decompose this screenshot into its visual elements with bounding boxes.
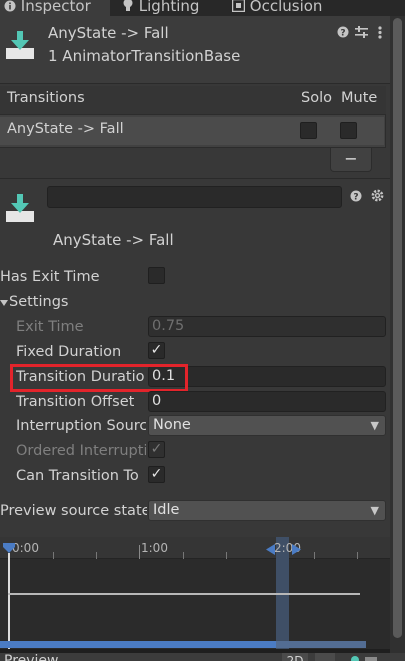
- exit-time-label: Exit Time: [16, 319, 84, 335]
- ordered-interruption-label: Ordered Interrupti: [16, 443, 146, 459]
- avatar-preview-button[interactable]: [345, 653, 385, 661]
- pivot-button[interactable]: [315, 653, 335, 661]
- preview-source-state-label: Preview source state: [0, 503, 147, 519]
- mute-header: Mute: [341, 90, 377, 106]
- fixed-duration-checkbox[interactable]: ✓: [148, 342, 165, 359]
- transition-end-marker[interactable]: [292, 543, 301, 559]
- tab-occlusion-label: Occlusion: [249, 0, 323, 15]
- remove-transition-button[interactable]: −: [330, 148, 372, 172]
- preview-header: Preview 2D: [0, 653, 405, 661]
- tick-mark: [139, 545, 140, 559]
- preview-source-state-dropdown[interactable]: Idle ▼: [148, 500, 386, 521]
- gear-icon[interactable]: [371, 189, 384, 206]
- 2d-mode-button[interactable]: 2D: [282, 653, 308, 661]
- solo-header: Solo: [301, 90, 332, 106]
- timeline-tick-label: 0:00: [12, 541, 39, 555]
- tick-mark: [226, 552, 227, 559]
- tick-mark: [183, 552, 184, 559]
- transition-name-field[interactable]: [47, 186, 342, 208]
- highlight-box: [10, 364, 188, 392]
- can-transition-to-self-label: Can Transition To: [16, 468, 139, 484]
- transition-row-name: AnyState -> Fall: [7, 121, 124, 137]
- chevron-down-icon: ▼: [370, 504, 379, 517]
- exit-time-field: 0.75: [148, 316, 386, 337]
- settings-foldout-label[interactable]: Settings: [9, 291, 68, 313]
- solo-checkbox[interactable]: [300, 122, 317, 139]
- transitions-header-label: Transitions: [7, 90, 85, 106]
- preview-label: Preview: [4, 653, 59, 661]
- has-exit-time-checkbox[interactable]: [148, 267, 165, 284]
- menu-icon[interactable]: [378, 26, 382, 43]
- transition-caption: AnyState -> Fall: [53, 231, 174, 249]
- chevron-down-icon: ▼: [370, 419, 379, 432]
- transition-icon: [6, 30, 34, 64]
- transition-offset-label: Transition Offset: [16, 394, 135, 410]
- help-icon[interactable]: ?: [350, 190, 362, 206]
- tick-mark: [357, 552, 358, 559]
- tab-lighting-label: Lighting: [138, 0, 200, 15]
- tab-inspector[interactable]: Inspector: [0, 0, 110, 16]
- interruption-source-value: None: [153, 417, 191, 433]
- tick-mark: [96, 552, 97, 559]
- preview-source-state-value: Idle: [153, 502, 180, 518]
- interruption-source-dropdown[interactable]: None ▼: [148, 415, 386, 436]
- timeline-ruler: [0, 537, 390, 559]
- destination-state-bar-tail: [276, 641, 366, 648]
- divider: [0, 178, 405, 179]
- tab-occlusion[interactable]: Occlusion: [231, 0, 342, 17]
- tab-lighting[interactable]: Lighting: [122, 0, 222, 16]
- destination-state-bar: [0, 641, 276, 648]
- presets-icon[interactable]: [355, 26, 368, 42]
- tick-mark: [53, 552, 54, 559]
- info-icon: [4, 0, 16, 17]
- minus-icon: −: [344, 149, 358, 168]
- timeline-tick-label: 1:00: [141, 541, 168, 555]
- page-subtitle: 1 AnimatorTransitionBase: [48, 47, 241, 65]
- foldout-arrow-icon[interactable]: [0, 295, 8, 311]
- ordered-interruption-checkbox: ✓: [148, 441, 165, 458]
- page-title: AnyState -> Fall: [48, 24, 169, 42]
- transition-detail-icon: [6, 193, 34, 227]
- source-state-bar: [8, 593, 360, 595]
- can-transition-to-self-checkbox[interactable]: ✓: [148, 466, 165, 483]
- interruption-source-label: Interruption Sourc: [16, 418, 146, 434]
- tab-inspector-label: Inspector: [20, 0, 91, 15]
- has-exit-time-label: Has Exit Time: [0, 269, 100, 285]
- scrollbar-thumb[interactable]: [393, 18, 402, 638]
- mute-checkbox[interactable]: [340, 122, 357, 139]
- help-icon[interactable]: ?: [337, 26, 349, 42]
- playhead-line: [8, 553, 10, 649]
- transition-start-marker[interactable]: [266, 543, 275, 559]
- svg-text:?: ?: [340, 29, 345, 39]
- occlusion-icon: [231, 0, 246, 17]
- bulb-icon: [122, 0, 134, 17]
- svg-text:?: ?: [353, 193, 358, 203]
- transition-offset-field[interactable]: 0: [148, 391, 386, 412]
- fixed-duration-label: Fixed Duration: [16, 344, 122, 360]
- tick-mark: [314, 552, 315, 559]
